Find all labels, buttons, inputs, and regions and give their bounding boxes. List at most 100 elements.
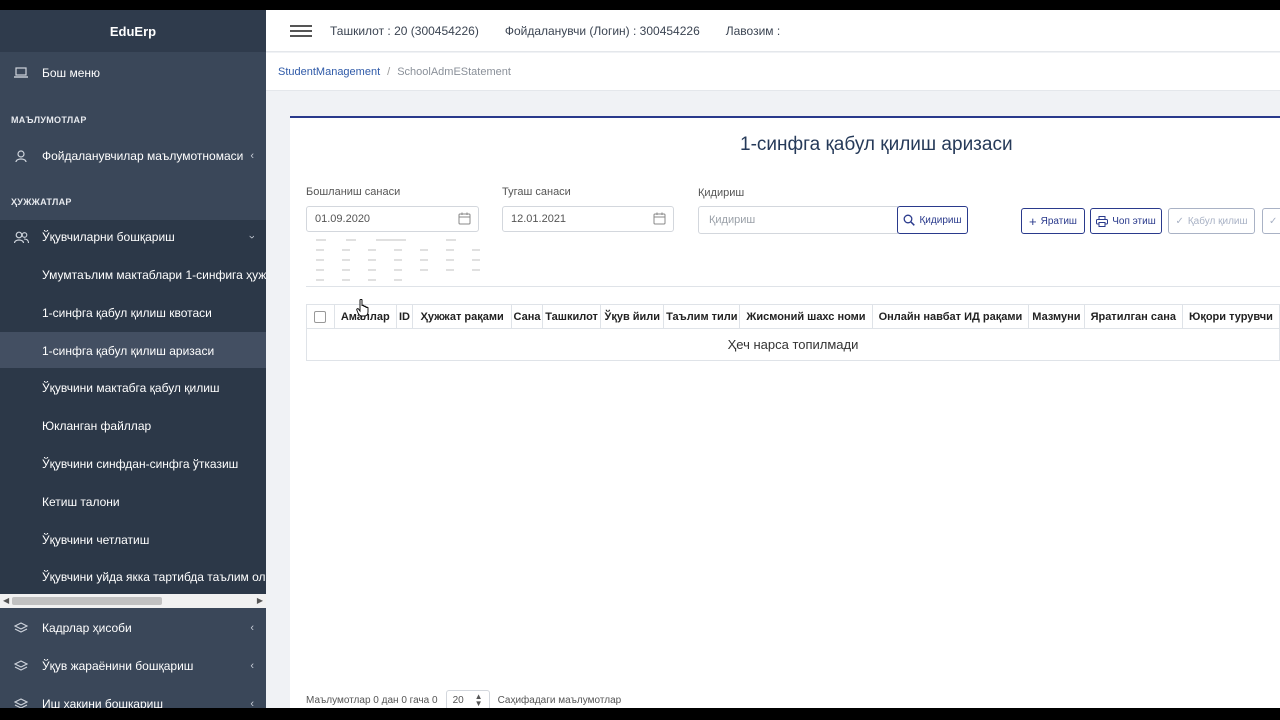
position-info: Лавозим : (725, 23, 781, 38)
search-placeholder: Қидириш (709, 214, 756, 226)
sidebar-item-label: Ўқувчиларни бошқариш (42, 230, 175, 244)
sidebar-item-label: Фойдаланувчилар маълумотномаси (42, 149, 244, 163)
scroll-left-icon[interactable]: ◀ (3, 596, 9, 605)
chevron-left-icon: ‹ (250, 660, 254, 672)
breadcrumb: StudentManagement / SchoolAdmEStatement (266, 53, 1280, 91)
search-button-label: Қидириш (919, 214, 962, 226)
sort-arrows-icon: ▲ ▼ (474, 692, 483, 708)
end-date-field[interactable]: 12.01.2021 (502, 206, 674, 232)
layers-icon (0, 697, 42, 708)
pagination-summary: Маълумотлар 0 дан 0 гача 0 (306, 694, 438, 706)
print-button[interactable]: Чоп этиш (1090, 208, 1162, 234)
pagination: Маълумотлар 0 дан 0 гача 0 20 ▲ ▼ Саҳифад… (306, 690, 621, 708)
table-empty-row: Ҳеч нарса топилмади (306, 328, 1280, 361)
sidebar-subitem-admission-application[interactable]: 1-синфга қабул қилиш аризаси (42, 344, 214, 358)
check-icon: ✓ (1269, 215, 1278, 227)
sidebar-subitem-class-transfer[interactable]: Ўқувчини синфдан-синфга ўтказиш (42, 457, 238, 471)
create-button-label: Яратиш (1040, 215, 1077, 227)
divider (306, 286, 1280, 287)
column-header-created-date[interactable]: Яратилган сана (1083, 304, 1183, 329)
extra-action-button[interactable]: ✓ (1262, 208, 1280, 234)
page-title: 1-синфга қабул қилиш аризаси (740, 134, 1013, 155)
data-table: Амаллар ID Ҳужжат рақами Сана Ташкилот Ў… (306, 304, 1280, 361)
column-header-person-name[interactable]: Жисмоний шахс номи (739, 304, 873, 329)
main-card: 1-синфга қабул қилиш аризаси Бошланиш са… (290, 116, 1280, 708)
faded-datepicker-popup (306, 235, 501, 291)
column-header-organization[interactable]: Ташкилот (541, 304, 602, 329)
start-date-label: Бошланиш санаси (306, 186, 401, 198)
column-header-edu-language[interactable]: Таълим тили (663, 304, 741, 329)
select-all-checkbox[interactable] (306, 304, 335, 329)
calendar-icon[interactable] (653, 212, 666, 228)
sidebar-horizontal-scrollbar[interactable]: ◀ ▶ (0, 594, 266, 608)
sidebar-subitem-expel-student[interactable]: Ўқувчини четлатиш (42, 533, 149, 547)
sidebar-item-label: Кадрлар ҳисоби (42, 621, 132, 635)
page-size-select[interactable]: 20 ▲ ▼ (445, 690, 490, 708)
chevron-left-icon: ‹ (250, 698, 254, 708)
table-header-row: Амаллар ID Ҳужжат рақами Сана Ташкилот Ў… (306, 304, 1280, 329)
breadcrumb-current: SchoolAdmEStatement (397, 65, 511, 78)
mouse-pointer-icon (356, 298, 370, 322)
check-icon: ✓ (1175, 215, 1184, 227)
column-header-id[interactable]: ID (395, 304, 414, 329)
accept-button[interactable]: ✓ Қабул қилиш (1168, 208, 1255, 234)
empty-message: Ҳеч нарса топилмади (306, 328, 1280, 361)
column-header-superior[interactable]: Юқори турувчи (1181, 304, 1280, 329)
search-button[interactable]: Қидириш (897, 206, 968, 234)
organization-info: Ташкилот : 20 (300454226) (330, 23, 479, 38)
sidebar-subitem-uploaded-files[interactable]: Юкланган файллар (42, 419, 151, 433)
breadcrumb-root-link[interactable]: StudentManagement (278, 66, 380, 78)
sidebar-item-users-ref[interactable]: Фойдаланувчилар маълумотномаси ‹ (0, 141, 266, 171)
per-page-label: Саҳифадаги маълумотлар (497, 694, 622, 706)
search-icon (904, 214, 916, 226)
search-input[interactable]: Қидириш (698, 206, 898, 234)
page-size-value: 20 (452, 694, 464, 706)
sidebar-subitem-home-education[interactable]: Ўқувчини уйда якка тартибда таълим олиш (42, 570, 266, 584)
accept-button-label: Қабул қилиш (1187, 215, 1248, 227)
hamburger-menu-icon[interactable] (290, 24, 312, 37)
scroll-right-icon[interactable]: ▶ (257, 596, 263, 605)
sidebar-item-label: Бош меню (42, 66, 101, 80)
sidebar-item-students-mgmt[interactable]: Ўқувчиларни бошқариш ‹ (0, 222, 266, 252)
laptop-icon (0, 67, 42, 79)
end-date-label: Тугаш санаси (502, 186, 571, 198)
sidebar-subitem-quota[interactable]: 1-синфга қабул қилиш квотаси (42, 306, 212, 320)
start-date-value: 01.09.2020 (315, 213, 371, 225)
sidebar: EduErp Бош меню МАЪЛУМОТЛАР Фойдаланувчи… (0, 10, 266, 708)
column-header-study-year[interactable]: Ўқув йили (600, 304, 665, 329)
users-icon (0, 231, 42, 244)
sidebar-subitem-general-schools[interactable]: Умумтаълим мактаблари 1-синфига ҳужжат (42, 268, 266, 282)
layers-icon (0, 621, 42, 635)
chevron-left-icon: ‹ (250, 622, 254, 634)
scrollbar-thumb[interactable] (12, 597, 162, 605)
sidebar-subitem-leave-ticket[interactable]: Кетиш талони (42, 495, 120, 509)
chevron-down-icon: ‹ (246, 235, 259, 239)
brand-logo[interactable]: EduErp (0, 10, 266, 52)
sidebar-item-salary[interactable]: Иш ҳақини бошқариш ‹ (0, 689, 266, 708)
create-button[interactable]: + Яратиш (1021, 208, 1085, 234)
sidebar-item-hr[interactable]: Кадрлар ҳисоби ‹ (0, 613, 266, 643)
search-label: Қидириш (698, 187, 745, 199)
user-icon (0, 149, 42, 163)
user-login-info: Фойдаланувчи (Логин) : 300454226 (504, 23, 700, 38)
column-header-online-queue-id[interactable]: Онлайн навбат ИД рақами (871, 304, 1030, 329)
top-bar: Ташкилот : 20 (300454226) Фойдаланувчи (… (266, 10, 1280, 52)
column-header-content[interactable]: Мазмуни (1028, 304, 1085, 329)
column-header-doc-number[interactable]: Ҳужжат рақами (412, 304, 513, 329)
app-frame: EduErp Бош меню МАЪЛУМОТЛАР Фойдаланувчи… (0, 10, 1280, 708)
calendar-icon[interactable] (458, 212, 471, 228)
plus-icon: + (1029, 213, 1037, 229)
section-info-heading: МАЪЛУМОТЛАР (11, 115, 87, 125)
print-button-label: Чоп этиш (1112, 215, 1156, 227)
sidebar-item-label: Иш ҳақини бошқариш (42, 697, 163, 708)
sidebar-item-edu-process[interactable]: Ўқув жараёнини бошқариш ‹ (0, 651, 266, 681)
printer-icon (1096, 215, 1109, 227)
sidebar-item-label: Ўқув жараёнини бошқариш (42, 659, 194, 673)
sidebar-subitem-admit-student[interactable]: Ўқувчини мактабга қабул қилиш (42, 381, 220, 395)
start-date-field[interactable]: 01.09.2020 (306, 206, 479, 232)
breadcrumb-separator: / (387, 65, 391, 78)
column-header-date[interactable]: Сана (511, 304, 543, 329)
layers-icon (0, 659, 42, 673)
chevron-left-icon: ‹ (250, 150, 254, 162)
sidebar-item-home[interactable]: Бош меню (0, 58, 266, 88)
